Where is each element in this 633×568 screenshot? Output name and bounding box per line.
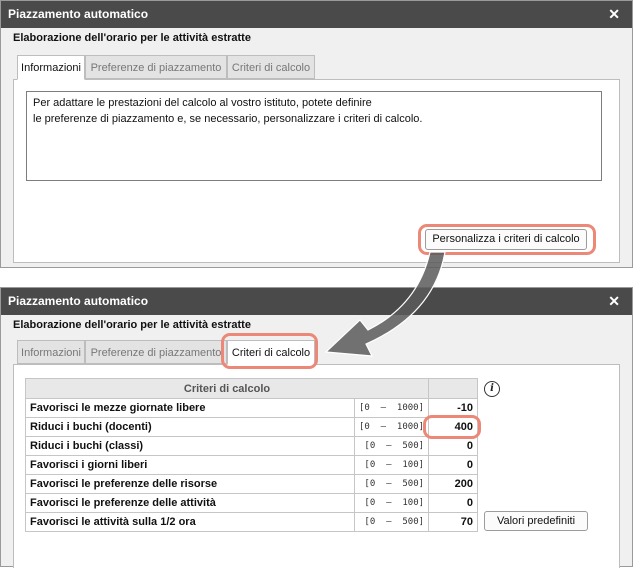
curved-arrow-icon — [324, 251, 446, 357]
